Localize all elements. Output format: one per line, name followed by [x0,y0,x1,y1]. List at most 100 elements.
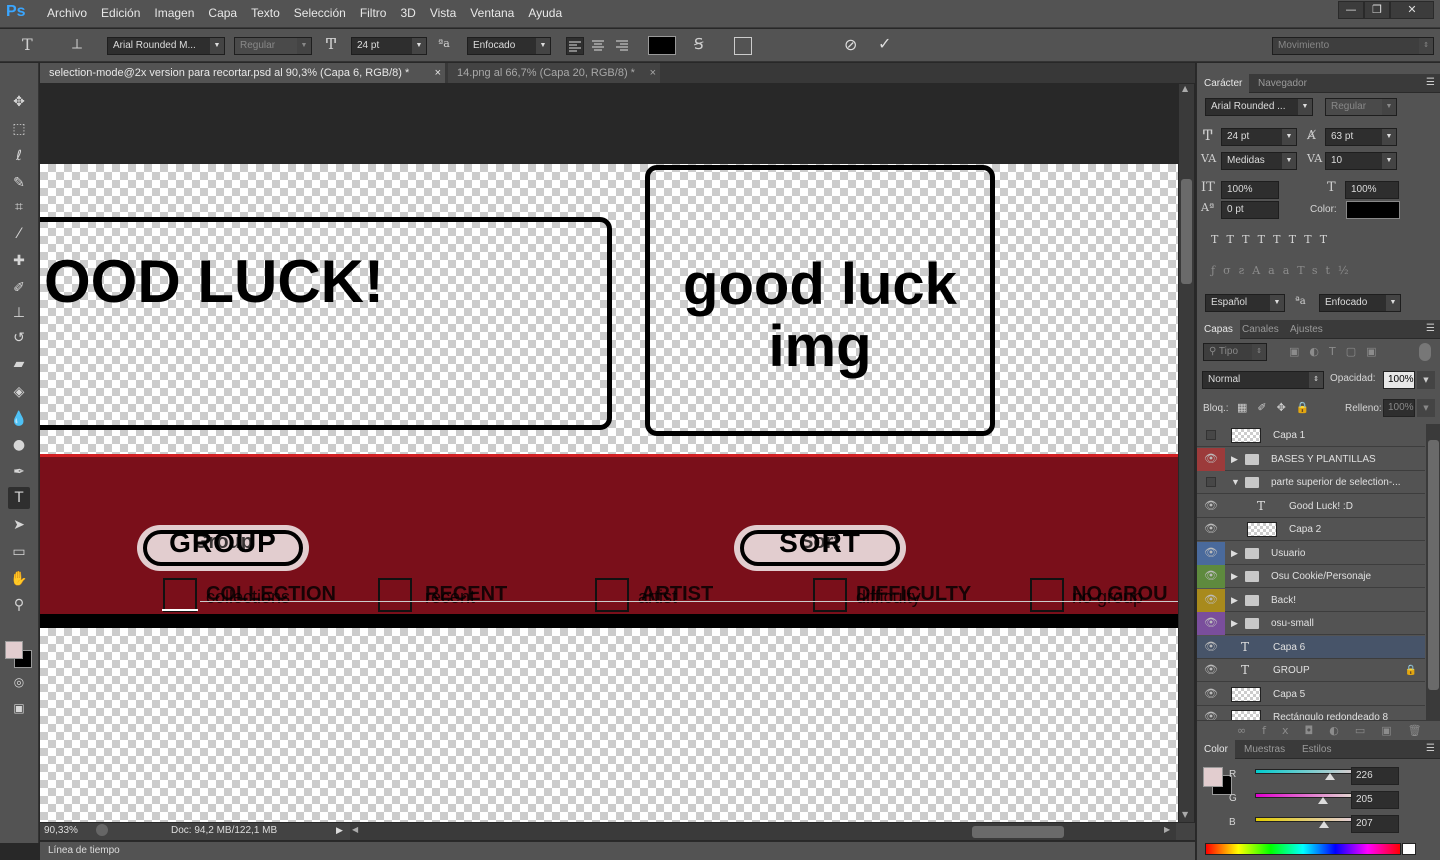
font-family-select[interactable]: Arial Rounded M... ▼ [107,37,225,55]
layer-row[interactable]: 👁 ▶ Usuario [1197,541,1425,565]
restore-button[interactable]: ❐ [1364,1,1390,19]
opacity-dropdown-icon[interactable]: ▼ [1417,371,1435,389]
zoom-icon[interactable]: ⚲ [8,594,30,616]
expand-arrow-icon[interactable]: ▶ [1231,565,1238,588]
tab-caracter[interactable]: Carácter [1197,74,1250,93]
tab-canales[interactable]: Canales [1235,320,1286,339]
layer-filter-select[interactable]: ⚲ Tipo ⇕ [1203,343,1267,361]
visibility-eye-icon[interactable]: 👁 [1197,683,1225,706]
visibility-eye-icon[interactable]: 👁 [1197,659,1225,682]
stamp-icon[interactable]: ⊥ [8,302,30,324]
blend-mode-select[interactable]: Normal ⇕ [1202,371,1324,389]
layers-scroll-thumb[interactable] [1428,440,1439,690]
layer-filter-icons[interactable]: ▣◐T▢▣ [1289,345,1387,358]
visibility-eye-icon[interactable]: 👁 [1197,495,1225,518]
gradient-icon[interactable]: ◈ [8,381,30,403]
tab-color[interactable]: Color [1197,740,1235,759]
healing-icon[interactable]: ✚ [8,250,30,272]
layer-row[interactable]: 👁 T GROUP 🔒 [1197,659,1425,682]
menu-texto[interactable]: Texto [244,0,287,28]
lock-icons[interactable]: ▦✐✥🔒 [1237,401,1320,414]
opacity-input[interactable]: 100% [1383,371,1415,389]
workspace-select[interactable]: Movimiento ⇕ [1272,37,1434,55]
visibility-eye-icon[interactable]: 👁 [1197,706,1225,720]
crop-icon[interactable]: ⌗ [8,196,30,218]
color-spectrum-ramp[interactable] [1205,843,1401,855]
layer-row[interactable]: ▼ parte superior de selection-... [1197,471,1425,494]
quick-select-icon[interactable]: ✎ [8,172,30,194]
menu-3d[interactable]: 3D [393,0,422,28]
horizontal-scrollbar[interactable]: ◀ ▶ [350,823,1176,840]
visibility-eye-icon[interactable]: 👁 [1197,447,1225,471]
lasso-icon[interactable]: ℓ [8,145,30,167]
r-input[interactable]: 226 [1351,767,1399,785]
canvas-area[interactable]: OOD LUCK! good luck img GROUP Group SORT… [40,84,1178,822]
panel-menu-icon[interactable]: ☰ [1426,323,1435,334]
b-slider-knob[interactable] [1319,821,1329,828]
horizontal-scroll-thumb[interactable] [972,826,1064,838]
char-baseline-input[interactable]: 0 pt [1221,201,1279,219]
menu-edicion[interactable]: Edición [94,0,147,28]
screen-mode-icon[interactable]: ▣ [8,697,30,719]
expand-arrow-icon[interactable]: ▶ [1231,589,1238,612]
eraser-icon[interactable]: ▰ [8,353,30,375]
marquee-icon[interactable]: ⬚ [8,118,30,140]
minimize-button[interactable]: — [1338,1,1364,19]
menu-capa[interactable]: Capa [201,0,244,28]
layer-row[interactable]: 👁 Capa 5 [1197,683,1425,706]
char-font-family-select[interactable]: Arial Rounded ... ▼ [1205,98,1313,116]
layers-footer-icons[interactable]: ∞fx◘◐▭▣🗑 [1197,720,1440,740]
expand-arrow-icon[interactable]: ▶ [1231,542,1238,565]
layer-row[interactable]: Capa 1 [1197,424,1425,447]
vertical-scrollbar[interactable]: ▲ ▼ [1179,84,1194,822]
brush-icon[interactable]: ✐ [8,277,30,299]
char-vscale-input[interactable]: 100% [1221,181,1279,199]
tab-navegador[interactable]: Navegador [1251,74,1314,93]
close-tab-icon[interactable]: × [650,63,656,83]
scroll-left-icon[interactable]: ◀ [352,825,358,834]
scroll-up-icon[interactable]: ▲ [1182,84,1188,93]
document-tab-active[interactable]: selection-mode@2x version para recortar.… [40,63,445,83]
layer-row[interactable]: 👁 ▶ osu-small [1197,612,1425,635]
scroll-down-icon[interactable]: ▼ [1182,810,1188,819]
quick-mask-icon[interactable]: ◎ [8,671,30,693]
commit-edits-icon[interactable]: ✓ [878,34,891,53]
menu-ayuda[interactable]: Ayuda [521,0,569,28]
char-color-swatch[interactable] [1346,201,1400,219]
eyedropper-icon[interactable]: ⁄ [8,223,30,245]
layer-row[interactable]: 👁 Rectángulo redondeado 8 [1197,706,1425,720]
close-tab-icon[interactable]: × [435,63,441,83]
visibility-eye-icon[interactable]: 👁 [1197,518,1225,541]
path-select-icon[interactable]: ➤ [8,514,30,536]
scroll-right-icon[interactable]: ▶ [1164,825,1170,834]
layer-row[interactable]: 👁 T Capa 6 [1197,635,1425,659]
g-input[interactable]: 205 [1351,791,1399,809]
layer-row[interactable]: 👁 T Good Luck! :D [1197,495,1425,518]
visibility-eye-icon[interactable]: 👁 [1197,541,1225,565]
layer-row[interactable]: 👁 ▶ Back! [1197,588,1425,612]
char-kerning-select[interactable]: Medidas ▼ [1221,152,1297,170]
layer-row[interactable]: 👁 Capa 2 [1197,518,1425,541]
shape-icon[interactable]: ▭ [8,541,30,563]
r-slider-knob[interactable] [1325,773,1335,780]
pen-icon[interactable]: ✒ [8,461,30,483]
text-color-swatch[interactable] [648,36,676,55]
visibility-eye-icon[interactable]: 👁 [1197,588,1225,612]
char-font-style-select[interactable]: Regular ▼ [1325,98,1397,116]
char-hscale-input[interactable]: 100% [1345,181,1399,199]
char-language-select[interactable]: Español ▼ [1205,294,1285,312]
tab-estilos[interactable]: Estilos [1295,740,1338,759]
hand-icon[interactable]: ✋ [8,568,30,590]
align-left-button[interactable] [566,37,584,55]
warp-text-icon[interactable]: Ꞩ [694,35,704,53]
history-brush-icon[interactable]: ↺ [8,327,30,349]
dodge-icon[interactable]: ● [8,434,30,456]
collapse-arrow-icon[interactable]: ▼ [1231,471,1240,494]
visibility-eye-icon[interactable]: 👁 [1197,565,1225,588]
toggle-panels-icon[interactable] [734,37,752,55]
toggle-text-orientation-icon[interactable]: ⟂ [72,35,82,53]
antialias-select[interactable]: Enfocado ▼ [467,37,551,55]
color-fg-swatch[interactable] [1203,767,1223,787]
fill-dropdown-icon[interactable]: ▼ [1417,399,1435,417]
font-style-select[interactable]: Regular ▼ [234,37,312,55]
